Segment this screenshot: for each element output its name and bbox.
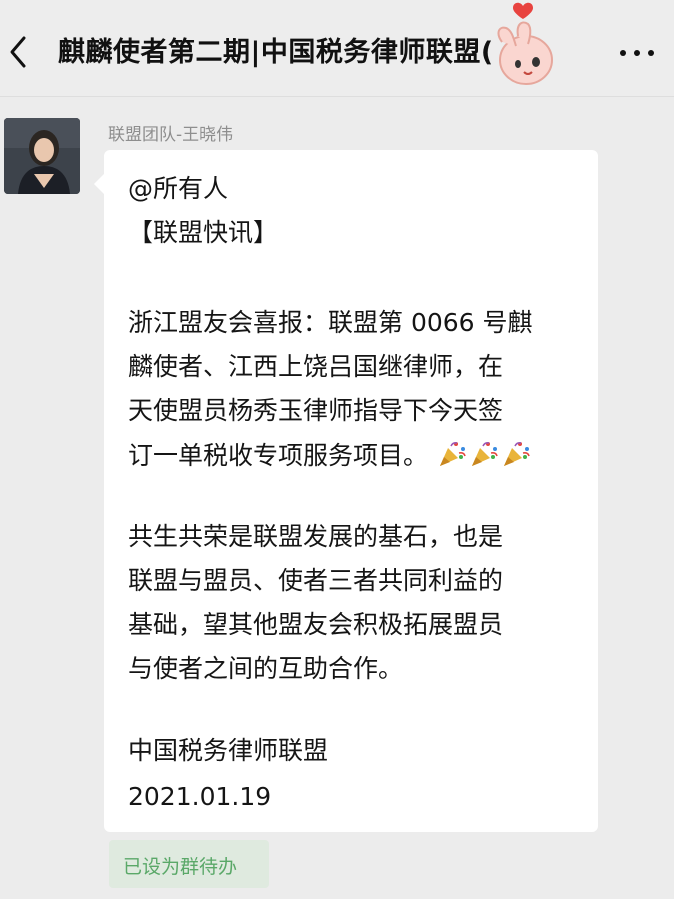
sender-avatar[interactable] xyxy=(4,118,80,194)
group-todo-label: 已设为群待办 xyxy=(123,856,238,878)
chat-title: 麒麟使者第二期|中国税务律师联盟( xyxy=(58,37,494,68)
message-text-segment: 订一单税收专项服务项目。 xyxy=(128,441,429,470)
message-text-line: 基础，望其他盟友会积极拓展盟员 xyxy=(128,610,504,639)
chat-header: 麒麟使者第二期|中国税务律师联盟( xyxy=(0,0,674,97)
chevron-left-icon xyxy=(10,36,26,68)
message-signature: 中国税务律师联盟 xyxy=(128,736,329,765)
ellipsis-icon xyxy=(634,50,640,56)
party-popper-icon xyxy=(471,442,498,466)
message-text-line: 天使盟员杨秀玉律师指导下今天签 xyxy=(128,396,504,425)
finger-heart-sticker xyxy=(497,2,553,85)
party-popper-icon xyxy=(439,442,466,466)
ellipsis-icon xyxy=(648,50,654,56)
avatar-image xyxy=(4,118,80,194)
group-todo-badge[interactable]: 已设为群待办 xyxy=(109,840,269,888)
message-text-line: 麟使者、江西上饶吕国继律师，在 xyxy=(128,352,504,381)
message-date: 2021.01.19 xyxy=(128,782,272,811)
message-text-line: 浙江盟友会喜报：联盟第 0066 号麒 xyxy=(128,308,533,337)
sender-name: 联盟团队-王晓伟 xyxy=(108,125,234,145)
message-text-line: 订一单税收专项服务项目。 xyxy=(128,440,532,471)
ellipsis-icon xyxy=(620,50,626,56)
message-bubble[interactable]: @所有人 【联盟快讯】 浙江盟友会喜报：联盟第 0066 号麒 麟使者、江西上饶… xyxy=(94,150,598,832)
party-popper-icon xyxy=(503,442,530,466)
mention-line: @所有人 xyxy=(128,174,229,203)
more-options-button[interactable] xyxy=(612,30,662,70)
message-text-line: 共生共荣是联盟发展的基石，也是 xyxy=(128,522,504,551)
message-text-line: 与使者之间的互助合作。 xyxy=(128,654,404,683)
message-heading: 【联盟快讯】 xyxy=(128,218,279,247)
message-text-line: 联盟与盟员、使者三者共同利益的 xyxy=(128,566,504,595)
back-button[interactable] xyxy=(0,18,44,78)
